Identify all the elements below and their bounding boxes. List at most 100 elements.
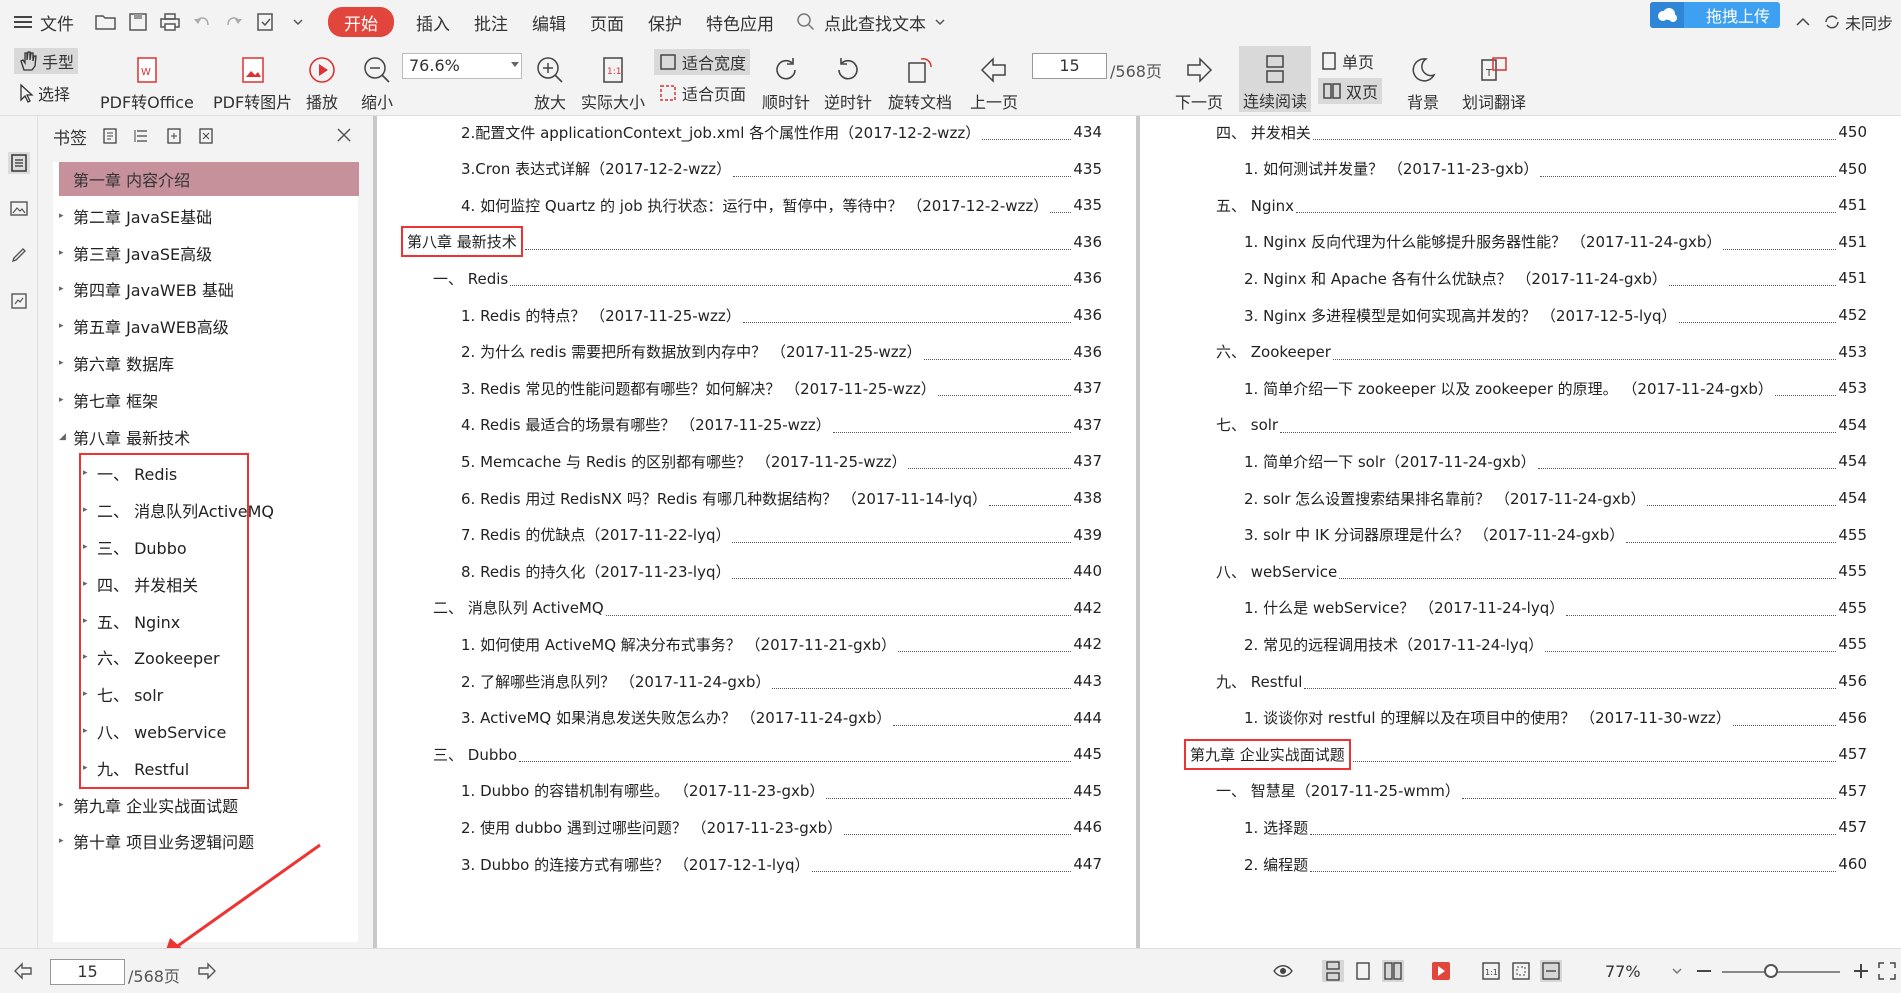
- tab-features[interactable]: 特色应用: [694, 0, 786, 44]
- close-icon[interactable]: [335, 126, 353, 144]
- zoom-slider[interactable]: [1722, 964, 1840, 978]
- toc-entry[interactable]: 2. solr 怎么设置搜索结果排名靠前？ （2017-11-24-gxb） 45…: [1244, 482, 1867, 514]
- double-page-button[interactable]: 双页: [1318, 78, 1383, 104]
- sync-status[interactable]: 未同步: [1823, 10, 1893, 34]
- annotation-icon[interactable]: [8, 244, 30, 266]
- search-input[interactable]: 点此查找文本: [796, 10, 946, 35]
- add-bookmark-icon[interactable]: [101, 127, 119, 145]
- bookmark-panel-icon[interactable]: [8, 152, 30, 174]
- toc-entry[interactable]: 2. Nginx 和 Apache 各有什么优缺点？ （2017-11-24-g…: [1244, 262, 1867, 294]
- zoom-slider-knob[interactable]: [1764, 964, 1778, 978]
- toc-entry[interactable]: 3. Dubbo 的连接方式有哪些？ （2017-12-1-lyq） 447: [461, 848, 1102, 880]
- single-view-icon[interactable]: [1352, 960, 1374, 982]
- toc-entry[interactable]: 6. Redis 用过 RedisNX 吗？Redis 有哪几种数据结构？ （2…: [461, 482, 1102, 514]
- triangle-down-icon[interactable]: ◢: [59, 432, 73, 442]
- prev-page-icon[interactable]: [12, 960, 34, 982]
- triangle-right-icon[interactable]: ▸: [83, 726, 97, 736]
- tab-page[interactable]: 页面: [578, 0, 636, 44]
- toc-entry[interactable]: 3. Nginx 多进程模型是如何实现高并发的？ （2017-12-5-lyq）…: [1244, 299, 1867, 331]
- triangle-right-icon[interactable]: ▸: [59, 836, 73, 846]
- play-slideshow-icon[interactable]: [1430, 960, 1452, 982]
- toc-entry[interactable]: 一、 智慧星（2017-11-25-wmm） 457: [1216, 775, 1867, 807]
- triangle-right-icon[interactable]: ▸: [83, 652, 97, 662]
- chevron-up-icon[interactable]: [1795, 16, 1811, 28]
- chevron-down-icon[interactable]: [286, 10, 310, 34]
- toc-entry[interactable]: 3. ActiveMQ 如果消息发送失败怎么办？ （2017-11-24-gxb…: [461, 702, 1102, 734]
- bookmark-subitem[interactable]: ▸ 九、 Restful: [83, 751, 189, 785]
- hand-tool-button[interactable]: 手型: [14, 48, 79, 74]
- tab-annotate[interactable]: 批注: [462, 0, 520, 44]
- thumbnail-icon[interactable]: [8, 198, 30, 220]
- pdf-to-image-button[interactable]: PDF转图片: [213, 47, 292, 113]
- toc-entry[interactable]: 1. 选择题 457: [1244, 811, 1867, 843]
- chevron-down-icon[interactable]: [1670, 960, 1684, 982]
- toc-entry[interactable]: 1. 如何测试并发量？ （2017-11-23-gxb） 450: [1244, 153, 1867, 185]
- toc-entry[interactable]: 2. 编程题 460: [1244, 848, 1867, 880]
- next-page-button[interactable]: 下一页: [1175, 47, 1223, 113]
- zoom-plus-icon[interactable]: [1850, 960, 1872, 982]
- single-page-button[interactable]: 单页: [1320, 48, 1374, 74]
- double-view-icon[interactable]: [1382, 960, 1404, 982]
- toc-chapter[interactable]: 第九章 企业实战面试题 457: [1184, 738, 1867, 770]
- triangle-right-icon[interactable]: ▸: [83, 542, 97, 552]
- bookmark-item[interactable]: ▸ 第七章 框架: [59, 383, 158, 417]
- zoom-in-button[interactable]: 放大: [534, 47, 566, 113]
- triangle-right-icon[interactable]: ▸: [59, 800, 73, 810]
- triangle-right-icon[interactable]: ▸: [83, 616, 97, 626]
- bookmark-subitem[interactable]: ▸ 二、 消息队列ActiveMQ: [83, 493, 274, 527]
- document-view[interactable]: 2.配置文件 applicationContext_job.xml 各个属性作用…: [373, 116, 1901, 948]
- eye-icon[interactable]: [1272, 960, 1294, 982]
- convert-icon[interactable]: [254, 10, 278, 34]
- toc-entry[interactable]: 1. 如何使用 ActiveMQ 解决分布式事务？ （2017-11-21-gx…: [461, 628, 1102, 660]
- bookmark-subitem[interactable]: ▸ 八、 webService: [83, 714, 226, 748]
- continuous-read-button[interactable]: 连续阅读: [1239, 46, 1312, 112]
- bookmark-item[interactable]: ▸ 第二章 JavaSE基础: [59, 199, 212, 233]
- toc-entry[interactable]: 三、 Dubbo 445: [433, 738, 1102, 770]
- triangle-right-icon[interactable]: ▸: [59, 358, 73, 368]
- toc-entry[interactable]: 2. 为什么 redis 需要把所有数据放到内存中？ （2017-11-25-w…: [461, 336, 1102, 368]
- print-icon[interactable]: [158, 10, 182, 34]
- bookmark-item[interactable]: ◢ 第八章 最新技术: [59, 420, 190, 454]
- translate-button[interactable]: T 划词翻译: [1462, 47, 1526, 113]
- triangle-right-icon[interactable]: ▸: [83, 689, 97, 699]
- toc-entry[interactable]: 2. 了解哪些消息队列？ （2017-11-24-gxb） 443: [461, 665, 1102, 697]
- toc-entry[interactable]: 3.Cron 表达式详解（2017-12-2-wzz） 435: [461, 153, 1102, 185]
- fit-page-button[interactable]: 适合页面: [658, 80, 746, 106]
- triangle-right-icon[interactable]: ▸: [59, 284, 73, 294]
- bookmark-subitem[interactable]: ▸ 六、 Zookeeper: [83, 640, 220, 674]
- toc-entry[interactable]: 4. Redis 最适合的场景有哪些？ （2017-11-25-wzz） 437: [461, 409, 1102, 441]
- triangle-right-icon[interactable]: ▸: [59, 395, 73, 405]
- toc-entry[interactable]: 六、 Zookeeper 453: [1216, 336, 1867, 368]
- bookmark-item[interactable]: 第一章 内容介绍: [59, 162, 359, 196]
- bookmark-subitem[interactable]: ▸ 三、 Dubbo: [83, 530, 187, 564]
- continuous-view-icon[interactable]: [1322, 960, 1344, 982]
- toc-entry[interactable]: 九、 Restful 456: [1216, 665, 1867, 697]
- delete-bookmark-icon[interactable]: [197, 127, 215, 145]
- chevron-down-icon[interactable]: [934, 17, 946, 27]
- bookmark-subitem[interactable]: ▸ 五、 Nginx: [83, 604, 180, 638]
- toc-entry[interactable]: 1. 谈谈你对 restful 的理解以及在项目中的使用？ （2017-11-3…: [1244, 702, 1867, 734]
- toc-entry[interactable]: 3. Redis 常见的性能问题都有哪些？如何解决？ （2017-11-25-w…: [461, 372, 1102, 404]
- toc-entry[interactable]: 3. solr 中 IK 分词器原理是什么？ （2017-11-24-gxb） 4…: [1244, 519, 1867, 551]
- tab-protect[interactable]: 保护: [636, 0, 694, 44]
- redo-icon[interactable]: [222, 10, 246, 34]
- background-button[interactable]: 背景: [1407, 47, 1439, 113]
- triangle-right-icon[interactable]: ▸: [59, 211, 73, 221]
- toc-entry[interactable]: 四、 并发相关 450: [1216, 116, 1867, 148]
- select-tool-button[interactable]: 选择: [18, 80, 70, 106]
- rotate-ccw-button[interactable]: 逆时针: [824, 47, 872, 113]
- toc-entry[interactable]: 二、 消息队列 ActiveMQ 442: [433, 592, 1102, 624]
- triangle-right-icon[interactable]: ▸: [83, 763, 97, 773]
- attachment-icon[interactable]: [8, 290, 30, 312]
- file-menu[interactable]: 文件: [0, 0, 86, 44]
- toc-entry[interactable]: 八、 webService 455: [1216, 555, 1867, 587]
- toc-entry[interactable]: 2.配置文件 applicationContext_job.xml 各个属性作用…: [461, 116, 1102, 148]
- bookmark-subitem[interactable]: ▸ 四、 并发相关: [83, 567, 198, 601]
- toc-entry[interactable]: 5. Memcache 与 Redis 的区别都有哪些？ （2017-11-25…: [461, 445, 1102, 477]
- fit-width-small-icon[interactable]: [1540, 960, 1562, 982]
- page-number-input[interactable]: 15: [1032, 53, 1107, 79]
- triangle-right-icon[interactable]: ▸: [59, 321, 73, 331]
- actual-size-small-icon[interactable]: 1:1: [1480, 960, 1502, 982]
- toc-entry[interactable]: 五、 Nginx 451: [1216, 189, 1867, 221]
- toc-entry[interactable]: 2. 常见的远程调用技术（2017-11-24-lyq） 455: [1244, 628, 1867, 660]
